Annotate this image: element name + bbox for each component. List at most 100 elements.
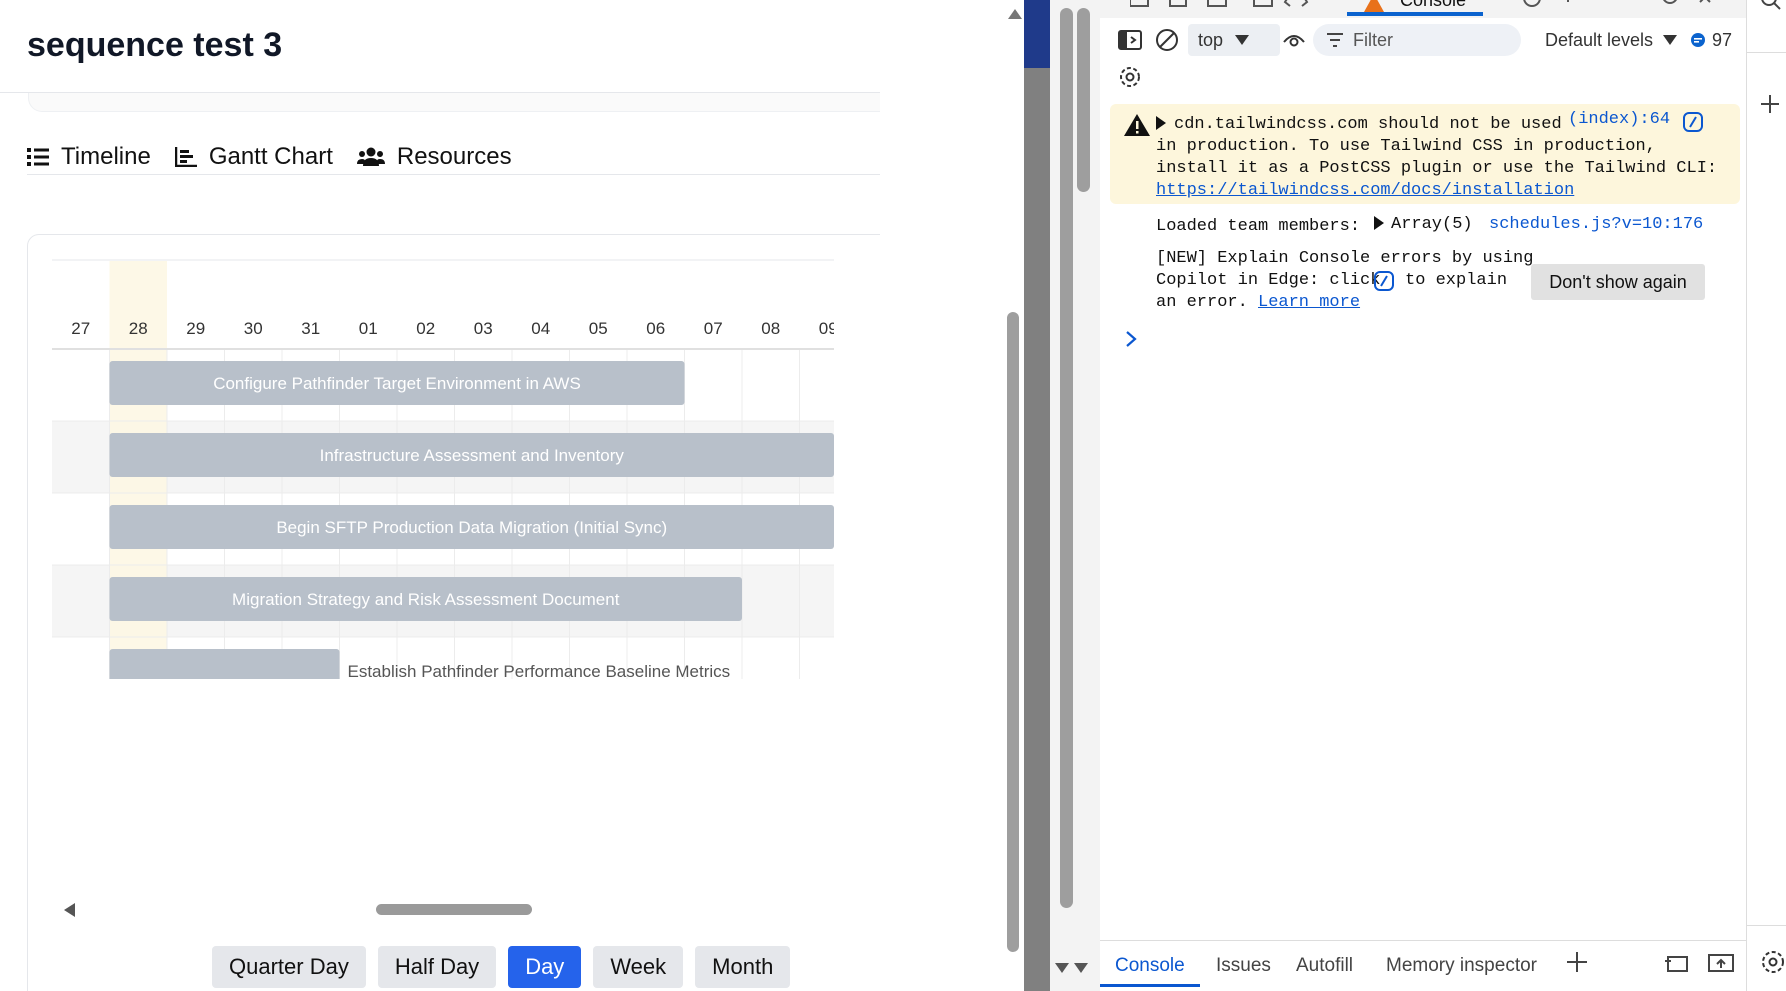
drawer-tab-console[interactable]: Console [1115, 955, 1185, 977]
copilot-icon [1374, 271, 1394, 291]
date-label: 07 [704, 319, 723, 338]
copilot-line-2b: to explain [1405, 271, 1508, 290]
gantt-task-label: Migration Strategy and Risk Assessment D… [232, 590, 620, 609]
dock-drawer-icon[interactable] [1665, 953, 1689, 973]
filter-icon [1327, 33, 1343, 47]
gantt-chart: 27282930310102030405060708091011Configur… [52, 259, 834, 679]
devtools-tool-icons[interactable] [1130, 0, 1320, 14]
list-icon [27, 147, 49, 167]
view-half-day-button[interactable]: Half Day [377, 946, 497, 988]
dropdown-arrow-icon [1235, 35, 1250, 45]
console-warning: cdn.tailwindcss.com should not be used (… [1110, 104, 1740, 204]
date-label: 05 [589, 319, 608, 338]
gantt-card: 27282930310102030405060708091011Configur… [27, 234, 880, 991]
copilot-line-1: [NEW] Explain Console errors by using [1156, 249, 1534, 268]
task-modal: sequence test 3 Timeline Gantt Chart Res… [0, 0, 880, 991]
tabs-divider [27, 174, 880, 175]
tab-timeline[interactable]: Timeline [27, 143, 151, 171]
log-message: Loaded team members: [1156, 217, 1361, 236]
view-day-button[interactable]: Day [508, 946, 582, 988]
gantt-task-label: Begin SFTP Production Data Migration (In… [276, 518, 667, 537]
log-levels-dropdown[interactable]: Default levels [1545, 22, 1678, 58]
page-backdrop-strip [1024, 0, 1050, 991]
page-scroll-thumb[interactable] [1007, 312, 1019, 952]
tab-timeline-label: Timeline [61, 143, 151, 170]
drawer-tab-issues[interactable]: Issues [1216, 955, 1271, 977]
warning-source-link[interactable]: (index):64 [1568, 110, 1670, 129]
tab-resources[interactable]: Resources [356, 143, 512, 171]
scroll-down-arrow-icon[interactable] [1074, 963, 1088, 973]
live-expression-eye-icon[interactable] [1282, 22, 1306, 58]
view-tabs: Timeline Gantt Chart Resources [27, 140, 512, 174]
warning-line-3: install it as a PostCSS plugin or use th… [1156, 159, 1718, 178]
warning-triangle-icon [1124, 114, 1150, 136]
details-panel-bottom [28, 93, 880, 112]
date-label: 03 [474, 319, 493, 338]
console-prompt-icon[interactable] [1125, 330, 1137, 348]
drawer-tab-memory-inspector[interactable]: Memory inspector [1386, 955, 1537, 977]
clear-console-icon[interactable] [1155, 22, 1179, 58]
settings-gear-icon[interactable] [1759, 948, 1786, 976]
users-icon [356, 147, 385, 167]
add-tab-icon[interactable] [1566, 951, 1588, 973]
tab-resources-label: Resources [396, 143, 512, 170]
date-label: 04 [531, 319, 550, 338]
close-drawer-icon[interactable] [1708, 953, 1734, 973]
devtools-scroll-thumb[interactable] [1077, 8, 1090, 192]
context-select[interactable]: top [1188, 24, 1280, 56]
devtools-scroll-thumb-outer[interactable] [1060, 8, 1073, 908]
scroll-down-arrow-icon[interactable] [1055, 963, 1069, 973]
date-label: 09 [819, 319, 834, 338]
copilot-line-2a: Copilot in Edge: click [1156, 271, 1381, 290]
copilot-explain-icon[interactable] [1682, 112, 1704, 132]
expand-triangle-icon[interactable] [1374, 216, 1384, 230]
devtools-more-icons[interactable] [1520, 0, 1746, 12]
scroll-up-arrow-icon[interactable] [1008, 9, 1022, 19]
filter-input[interactable]: Filter [1313, 24, 1521, 56]
drawer-tab-autofill[interactable]: Autofill [1296, 955, 1353, 977]
tab-console[interactable]: Console [1400, 0, 1466, 11]
devtools-top-tabs: Console [1100, 0, 1746, 18]
active-tab-indicator [1347, 12, 1483, 16]
browser-sidebar [1746, 0, 1786, 991]
issues-count: 97 [1712, 29, 1733, 50]
warning-docs-link[interactable]: https://tailwindcss.com/docs/installatio… [1156, 180, 1574, 202]
date-label: 29 [186, 319, 205, 338]
search-icon[interactable] [1761, 0, 1781, 12]
devtools-drawer-tabs: Console Issues Autofill Memory inspector [1100, 940, 1746, 987]
date-label: 08 [761, 319, 780, 338]
gantt-task-bar[interactable] [109, 649, 340, 679]
learn-more-link[interactable]: Learn more [1258, 292, 1360, 314]
expand-triangle-icon[interactable] [1156, 116, 1166, 130]
log-array-value[interactable]: Array(5) [1391, 214, 1473, 236]
warning-line-2: in production. To use Tailwind CSS in pr… [1156, 137, 1656, 156]
scroll-thumb[interactable] [376, 904, 532, 915]
issues-counter[interactable]: 97 [1690, 22, 1732, 58]
date-label: 28 [129, 319, 148, 338]
date-label: 27 [71, 319, 90, 338]
log-source-link[interactable]: schedules.js?v=10:176 [1489, 215, 1703, 234]
date-label: 31 [301, 319, 320, 338]
add-icon[interactable] [1760, 94, 1780, 114]
warning-line-1: cdn.tailwindcss.com should not be used [1174, 115, 1562, 134]
message-icon [1691, 33, 1705, 47]
dont-show-again-button[interactable]: Don't show again [1531, 264, 1705, 300]
gantt-horizontal-scrollbar[interactable] [52, 898, 880, 920]
dropdown-arrow-icon [1663, 35, 1678, 45]
sidebar-toggle-icon[interactable] [1118, 22, 1142, 58]
gantt-task-label: Infrastructure Assessment and Inventory [320, 446, 625, 465]
backdrop-header [1024, 0, 1050, 68]
view-quarter-day-button[interactable]: Quarter Day [212, 946, 366, 988]
tab-gantt-chart[interactable]: Gantt Chart [174, 143, 333, 171]
scroll-left-arrow-icon[interactable] [64, 903, 75, 917]
console-settings-gear-icon[interactable] [1117, 64, 1143, 95]
view-week-button[interactable]: Week [593, 946, 684, 988]
page-scrollbar[interactable] [1002, 0, 1024, 991]
view-month-button[interactable]: Month [695, 946, 791, 988]
copilot-line-3: an error. [1156, 293, 1248, 312]
date-label: 01 [359, 319, 378, 338]
tab-gantt-chart-label: Gantt Chart [208, 143, 333, 170]
devtools-scrollbar[interactable] [1050, 0, 1101, 991]
gantt-task-label: Establish Pathfinder Performance Baselin… [348, 662, 731, 679]
modal-title: sequence test 3 [27, 26, 283, 64]
